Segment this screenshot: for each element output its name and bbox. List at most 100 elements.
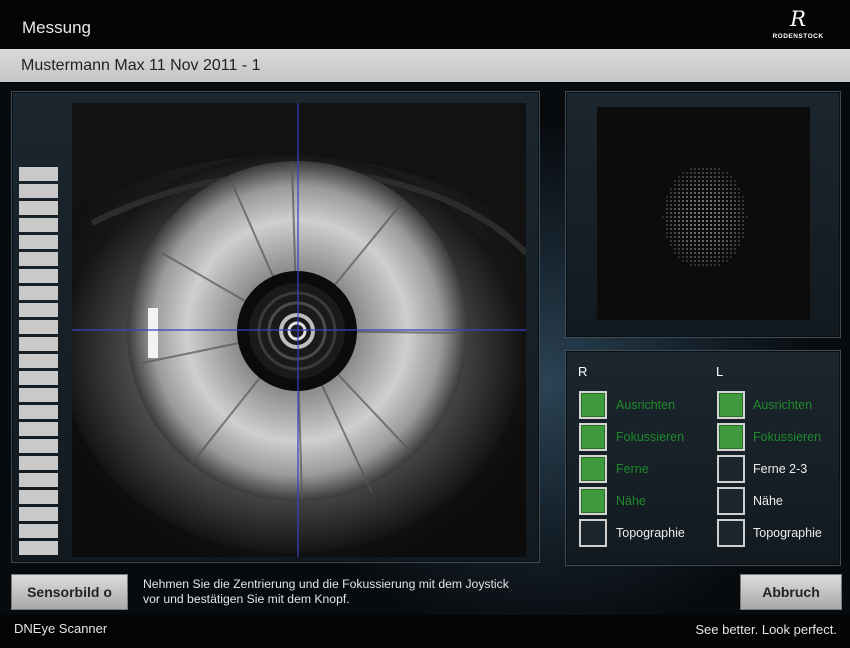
topo-dot: [666, 232, 668, 234]
topo-dot: [718, 248, 720, 250]
topo-dot: [702, 228, 704, 230]
right-step-label-1: Fokussieren: [616, 430, 685, 444]
topo-dot: [694, 168, 696, 170]
topo-dot: [734, 216, 736, 218]
topo-dot: [706, 208, 708, 210]
topo-dot: [674, 248, 676, 250]
topo-dot: [690, 216, 692, 218]
left-step-label-0: Ausrichten: [753, 398, 813, 412]
topo-dot: [726, 252, 728, 254]
topo-dot: [718, 260, 720, 262]
topography-view: [597, 107, 810, 320]
topo-dot: [686, 260, 688, 262]
topo-dot: [702, 216, 704, 218]
topo-dot: [734, 204, 736, 206]
focus-level-meter: [19, 167, 58, 558]
topo-dot: [734, 224, 736, 226]
topo-dot: [706, 204, 708, 206]
topo-dot: [726, 200, 728, 202]
topo-dot: [702, 240, 704, 242]
topo-dot: [714, 264, 716, 266]
left-eye-label: L: [716, 364, 724, 379]
abort-button[interactable]: Abbruch: [740, 574, 842, 610]
topo-dot: [690, 252, 692, 254]
sensor-image-button[interactable]: Sensorbild o: [11, 574, 128, 610]
topo-dot: [730, 232, 732, 234]
tagline: See better. Look perfect.: [695, 622, 837, 637]
topo-dot: [706, 192, 708, 194]
topo-dot: [742, 196, 744, 198]
topo-dot: [682, 260, 684, 262]
topo-dot: [746, 216, 748, 218]
topo-dot: [690, 180, 692, 182]
topo-dot: [698, 228, 700, 230]
topo-dot: [726, 208, 728, 210]
level-segment: [19, 541, 58, 555]
topo-dot: [698, 264, 700, 266]
topo-dot: [734, 184, 736, 186]
topo-dot: [686, 176, 688, 178]
topo-dot: [678, 184, 680, 186]
topo-dot: [710, 216, 712, 218]
topo-dot: [670, 244, 672, 246]
topo-dot: [718, 264, 720, 266]
topo-dot: [710, 244, 712, 246]
topo-dot: [702, 248, 704, 250]
topo-dot: [682, 212, 684, 214]
topo-dot: [694, 176, 696, 178]
topo-dot: [714, 232, 716, 234]
topo-dot: [686, 256, 688, 258]
topo-dot: [690, 172, 692, 174]
topo-dot: [710, 248, 712, 250]
topo-dot: [690, 168, 692, 170]
topo-dot: [730, 192, 732, 194]
topo-dot: [698, 260, 700, 262]
topo-dot: [722, 176, 724, 178]
topo-dot: [694, 180, 696, 182]
topo-dot: [698, 172, 700, 174]
topo-dot: [730, 256, 732, 258]
topo-dot: [742, 208, 744, 210]
topo-dot: [710, 184, 712, 186]
left-step-indicator-1: [717, 423, 745, 451]
topo-dot: [698, 196, 700, 198]
topo-dot: [710, 188, 712, 190]
topo-dot: [666, 228, 668, 230]
topo-dot: [730, 204, 732, 206]
topo-dot: [678, 180, 680, 182]
topo-dot: [734, 248, 736, 250]
topo-dot: [682, 236, 684, 238]
topo-dot: [674, 232, 676, 234]
topo-dot: [686, 180, 688, 182]
topo-dot: [702, 176, 704, 178]
topo-dot: [674, 212, 676, 214]
left-step-label-4: Topographie: [753, 526, 822, 540]
topo-dot: [702, 204, 704, 206]
topo-dot: [670, 236, 672, 238]
topo-dot: [710, 200, 712, 202]
topo-dot: [690, 220, 692, 222]
topo-dot: [682, 192, 684, 194]
topo-dot: [698, 248, 700, 250]
topo-dot: [686, 248, 688, 250]
topo-dot: [670, 240, 672, 242]
topo-dot: [706, 260, 708, 262]
topo-dot: [714, 220, 716, 222]
topo-dot: [670, 204, 672, 206]
topo-dot: [698, 200, 700, 202]
topo-dot: [678, 196, 680, 198]
topo-dot: [722, 196, 724, 198]
level-segment: [19, 354, 58, 368]
topo-dot: [714, 236, 716, 238]
topo-dot: [670, 208, 672, 210]
topo-dot: [678, 224, 680, 226]
topo-dot: [742, 200, 744, 202]
topo-dot: [714, 180, 716, 182]
logo-mark: R: [790, 7, 806, 31]
topo-dot: [670, 228, 672, 230]
topo-dot: [678, 176, 680, 178]
topo-dot: [694, 252, 696, 254]
topo-dot: [702, 172, 704, 174]
level-segment: [19, 371, 58, 385]
topo-dot: [694, 184, 696, 186]
